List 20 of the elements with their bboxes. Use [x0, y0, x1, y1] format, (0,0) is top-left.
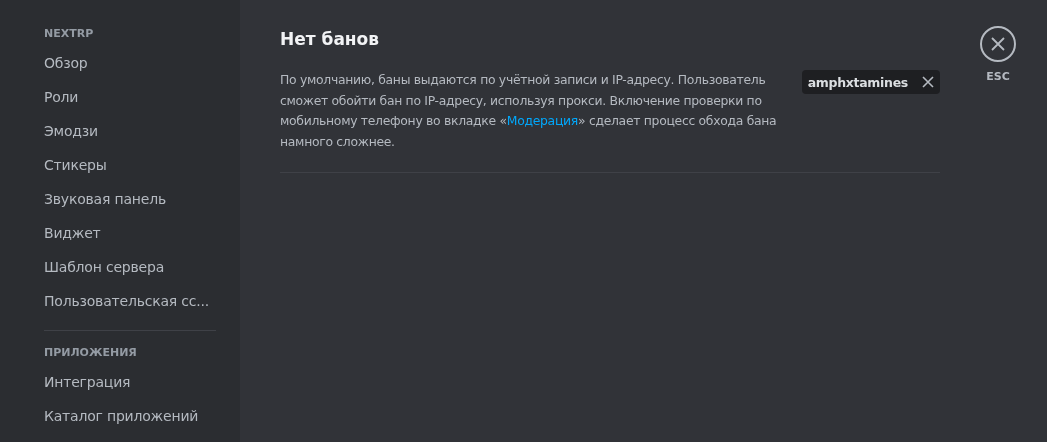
sidebar-item[interactable]: Звуковая панель [44, 182, 166, 216]
sidebar-item[interactable]: Эмодзи [44, 114, 98, 148]
tag-label: amphxtamines [807, 74, 908, 90]
close-icon [991, 37, 1005, 51]
description-text: По умолчанию, баны выдаются по учётной записи и IP-адресу. Пользователь сможет обойти бан по IP-адресу, используя прокси. Включение проверки по мобильному телефону во вкладке «Модерация» сделает процесс обхода бана намного сложнее. [280, 71, 778, 151]
sidebar-item[interactable]: Виджет [44, 216, 101, 250]
esc-label: ESC [986, 70, 1010, 83]
sidebar-item[interactable]: Пользовательская сс... [44, 284, 210, 318]
section-header: NEXTRP [43, 26, 94, 42]
moderation-link[interactable]: Модерация [506, 113, 578, 128]
sidebar-item[interactable]: Обзор [44, 46, 88, 80]
section-header: ПРИЛОЖЕНИЯ [43, 345, 137, 361]
sidebar-item[interactable]: Роли [44, 80, 79, 114]
sidebar-item[interactable]: Интеграция [44, 365, 131, 399]
page-title: Нет банов [280, 28, 381, 50]
sidebar-item[interactable]: Каталог приложений [44, 399, 199, 433]
sidebar-item[interactable]: Шаблон сервера [44, 250, 165, 284]
close-icon[interactable] [922, 76, 934, 88]
sidebar-item[interactable]: Стикеры [44, 148, 107, 182]
close-button[interactable] [980, 26, 1016, 62]
